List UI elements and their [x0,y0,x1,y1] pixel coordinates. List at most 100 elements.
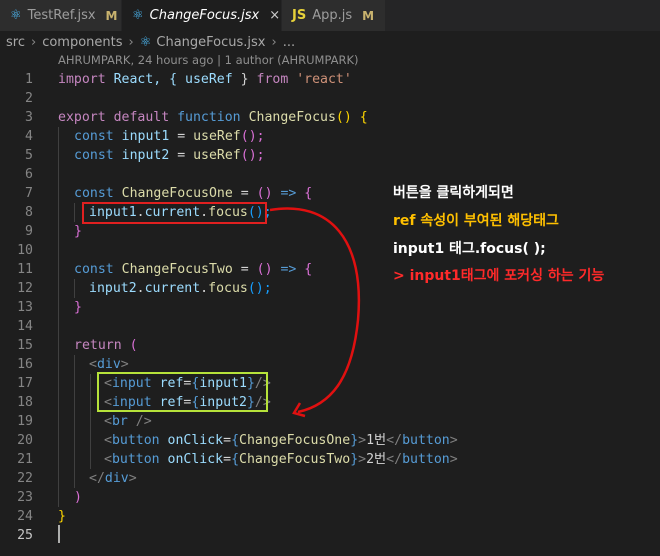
code-token: React, { [105,72,186,87]
chevron-right-icon: › [30,34,37,50]
red-highlight-box [82,202,267,224]
code-token: default [105,110,178,125]
code-token: </ [89,471,105,486]
code-line: 25 [0,526,660,545]
code-token: from [256,72,289,87]
code-token: br [111,414,128,429]
code-token: } [58,509,66,524]
breadcrumb-src[interactable]: src [6,35,25,50]
code-line: 5 const input2 = useRef(); [0,146,660,165]
line-number: 1 [25,72,33,87]
line-number: 4 [25,129,33,144]
line-number: 19 [17,414,33,429]
code-token: () [256,262,281,277]
code-token: = [223,452,232,467]
breadcrumb-more[interactable]: ... [283,35,295,50]
breadcrumb-file[interactable]: ChangeFocus.jsx [156,35,265,50]
code-token: ChangeFocusTwo [113,262,233,277]
breadcrumb-components[interactable]: components [42,35,122,50]
line-number: 25 [17,528,33,543]
code-line: 10 [0,241,660,260]
code-token: { [231,433,240,448]
code-token: button [111,452,160,467]
git-blame-annotation[interactable]: AHRUMPARK, 24 hours ago | 1 author (AHRU… [58,53,359,70]
code-line: 9} [0,222,660,241]
line-number: 18 [17,395,33,410]
code-token: 'react' [288,72,352,87]
code-token: const [74,148,114,163]
code-token: const [74,129,114,144]
code-text: } [74,222,82,241]
close-icon[interactable]: × [269,8,280,23]
code-token: => [280,186,297,201]
code-token: ) [74,490,82,505]
code-token: > [358,452,367,467]
line-number: 2 [25,91,33,106]
code-text: const ChangeFocusTwo = () => { [74,260,312,279]
code-token: < [104,414,112,429]
code-token: 2번 [366,452,387,467]
code-line: 2 [0,89,660,108]
code-token: ChangeFocusOne [113,186,233,201]
code-token: . [136,281,145,296]
code-token: (); [247,281,272,296]
green-highlight-box [97,372,268,412]
line-number: 23 [17,490,33,505]
code-token: > [449,433,458,448]
code-token: button [111,433,160,448]
line-number: 12 [17,281,33,296]
line-number: 9 [25,224,33,239]
line-number: 16 [17,357,33,372]
code-token: { [296,186,313,201]
tab-label: ChangeFocus.jsx [149,8,260,23]
code-line: 14 [0,317,660,336]
code-token: button [402,452,450,467]
line-number: 10 [17,243,33,258]
code-token: onClick [159,452,224,467]
line-number: 17 [17,376,33,391]
code-line: 24} [0,507,660,526]
line-number: 20 [17,433,33,448]
code-token: focus [208,281,248,296]
code-text: <br /> [104,412,152,431]
code-token: const [74,262,114,277]
line-number: 15 [17,338,33,353]
code-token: function [177,110,241,125]
line-number: 7 [25,186,33,201]
code-text: import React, { useRef } from 'react' [58,70,352,89]
code-token: import [58,72,106,87]
js-icon: JS [292,8,307,23]
code-line: 23) [0,488,660,507]
code-token: = [232,186,257,201]
code-token: current [144,281,201,296]
code-token: () { [335,110,368,125]
line-number: 21 [17,452,33,467]
code-token: const [74,186,114,201]
react-icon: ⚛ [139,34,152,50]
tab-testref[interactable]: ⚛ TestRef.jsx M [0,0,122,31]
code-line: 4 const input1 = useRef(); [0,127,660,146]
code-token: export [58,110,106,125]
code-line: 15 return ( [0,336,660,355]
line-number: 14 [17,319,33,334]
code-line: 13} [0,298,660,317]
code-token: </ [386,433,403,448]
code-token: useRef [193,148,241,163]
code-text: <button onClick={ChangeFocusOne}>1번</but… [104,431,458,450]
tab-changefocus[interactable]: ⚛ ChangeFocus.jsx × [122,0,282,31]
code-token: ChangeFocusOne [239,433,351,448]
code-token: 1번 [366,433,387,448]
tab-label: App.js [312,8,353,23]
code-token: () [256,186,281,201]
code-token: . [200,281,209,296]
tab-app[interactable]: JS App.js M [282,0,386,31]
code-token: (); [240,148,265,163]
code-token: => [280,262,297,277]
code-token: < [104,452,112,467]
modified-badge: M [105,8,118,23]
code-token: } [74,300,82,315]
code-text: const input2 = useRef(); [74,146,265,165]
line-number: 22 [17,471,33,486]
code-line: 22 </div> [0,469,660,488]
code-token: input2 [113,148,170,163]
